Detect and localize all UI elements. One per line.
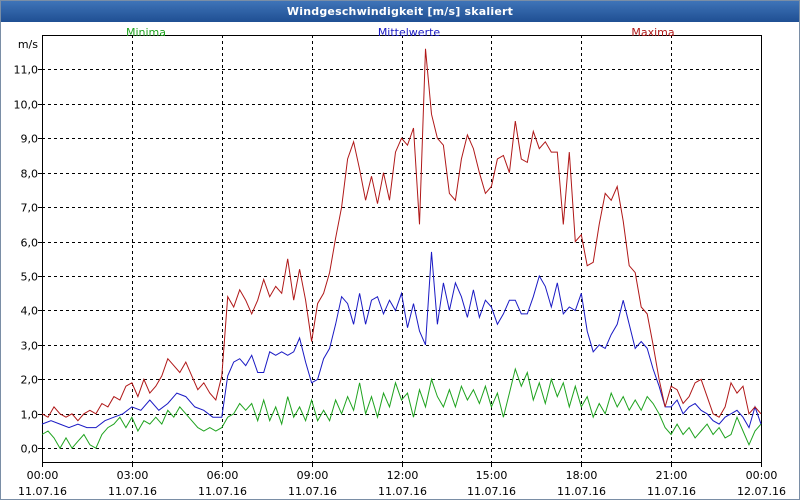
ytick-label: 7,0 bbox=[21, 202, 39, 215]
ytick-label: 10,0 bbox=[14, 99, 39, 112]
ytick-label: 3,0 bbox=[21, 340, 39, 353]
series-lines bbox=[41, 48, 762, 450]
xtick-time: 03:00 bbox=[117, 469, 149, 482]
xtick-date: 11.07.16 bbox=[467, 485, 516, 498]
ytick-label: 5,0 bbox=[21, 271, 39, 284]
ytick-label: 6,0 bbox=[21, 237, 39, 250]
ylabel: m/s bbox=[18, 38, 38, 51]
xtick-time: 18:00 bbox=[566, 469, 598, 482]
ytick-label: 11,0 bbox=[14, 64, 39, 77]
ytick-label: 0,0 bbox=[21, 443, 39, 456]
ytick-label: 2,0 bbox=[21, 374, 39, 387]
series-line-maxima bbox=[41, 48, 762, 422]
xtick-time: 21:00 bbox=[656, 469, 688, 482]
ytick-label: 8,0 bbox=[21, 168, 39, 181]
xtick-date: 11.07.16 bbox=[647, 485, 696, 498]
xtick-time: 00:00 bbox=[27, 469, 59, 482]
xtick-time: 00:00 bbox=[746, 469, 778, 482]
ytick-label: 1,0 bbox=[21, 409, 39, 422]
xtick-date: 11.07.16 bbox=[378, 485, 427, 498]
xtick-date: 11.07.16 bbox=[108, 485, 157, 498]
legend: Minima Mittelwerte Maxima bbox=[126, 26, 675, 39]
xtick-date: 11.07.16 bbox=[288, 485, 337, 498]
series-line-mittelwerte bbox=[41, 251, 762, 429]
xtick-date: 11.07.16 bbox=[18, 485, 67, 498]
xtick-time: 15:00 bbox=[476, 469, 508, 482]
xtick-time: 09:00 bbox=[297, 469, 329, 482]
ytick-label: 9,0 bbox=[21, 133, 39, 146]
axes bbox=[38, 35, 762, 467]
grid bbox=[42, 35, 761, 462]
xtick-date: 11.07.16 bbox=[557, 485, 606, 498]
chart-window: Windgeschwindigkeit [m/s] skaliert 0,0 1,… bbox=[0, 0, 800, 500]
xtick-time: 12:00 bbox=[387, 469, 419, 482]
ytick-label: 4,0 bbox=[21, 305, 39, 318]
legend-minima: Minima bbox=[126, 26, 166, 39]
xtick-time: 06:00 bbox=[207, 469, 239, 482]
plot-border bbox=[42, 35, 762, 463]
line-chart: 0,0 1,0 2,0 3,0 4,0 5,0 6,0 7,0 8,0 9,0 10,0 11,0 00… bbox=[14, 26, 786, 498]
legend-mittelwerte: Mittelwerte bbox=[378, 26, 441, 39]
tick-labels: 0,0 1,0 2,0 3,0 4,0 5,0 6,0 7,0 8,0 9,0 10,0 11,0 00… bbox=[14, 38, 786, 498]
xtick-date: 12.07.16 bbox=[737, 485, 786, 498]
xtick-date: 11.07.16 bbox=[198, 485, 247, 498]
series-line-minima bbox=[41, 367, 762, 450]
legend-maxima: Maxima bbox=[631, 26, 674, 39]
